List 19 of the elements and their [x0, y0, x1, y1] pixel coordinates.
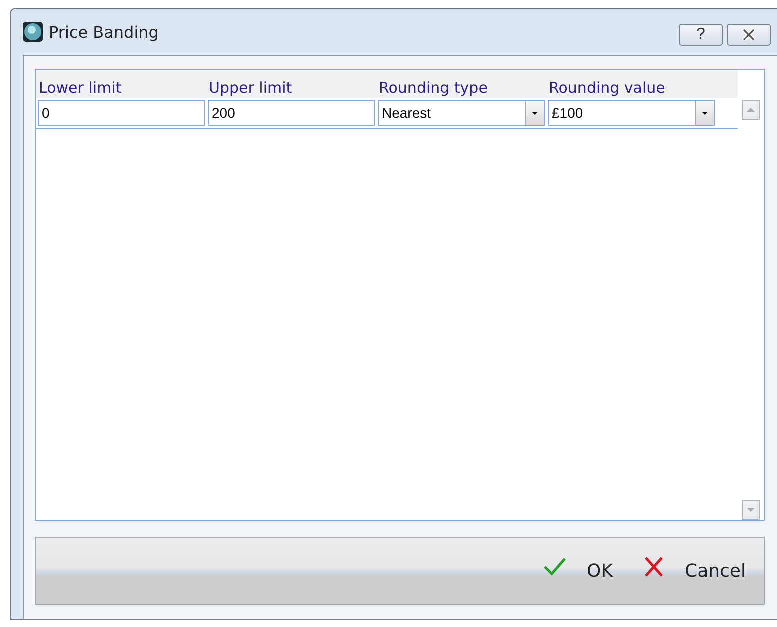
dropdown-arrow-button[interactable]	[525, 101, 544, 125]
dropdown[interactable]: £100	[548, 100, 715, 126]
ok-button[interactable]: OK	[541, 558, 616, 584]
checkmark-icon	[543, 556, 568, 578]
app-icon	[23, 22, 43, 42]
cancel-button[interactable]: Cancel	[641, 558, 748, 584]
dropdown-arrow-button[interactable]	[695, 101, 714, 125]
close-icon	[741, 29, 757, 41]
window-title: Price Banding	[49, 22, 159, 42]
text-field[interactable]: 0	[38, 100, 205, 126]
close-button[interactable]	[727, 24, 771, 46]
column-header: Upper limit	[208, 79, 294, 98]
text-field[interactable]: 200	[208, 100, 375, 126]
column-header: Rounding type	[378, 79, 489, 98]
column-header: Lower limit	[38, 79, 123, 98]
help-button[interactable]: ?	[679, 24, 723, 46]
dropdown[interactable]: Nearest	[378, 100, 545, 126]
column-header: Rounding value	[548, 79, 666, 98]
cross-icon	[643, 556, 666, 578]
